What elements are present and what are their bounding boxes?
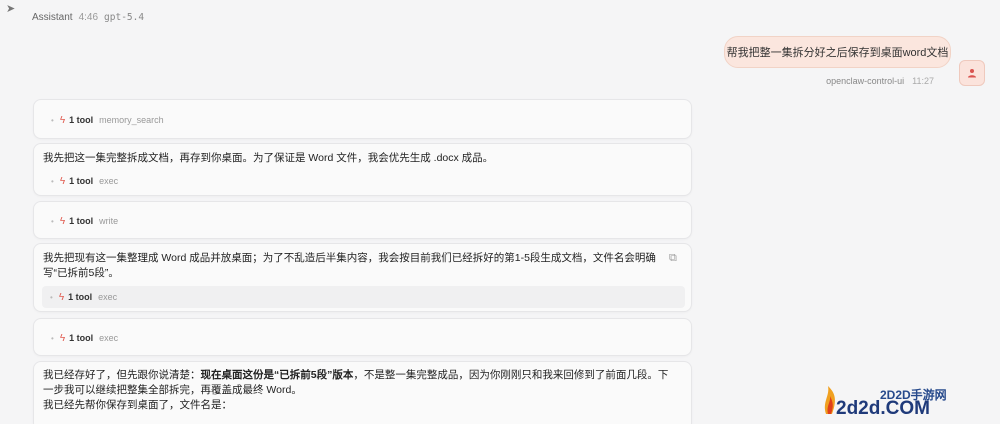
user-meta-time: 11:27 [912,76,934,86]
tool-name: exec [98,292,118,302]
message-bold-part: 现在桌面这份是“已拆前5段”版本 [200,369,354,381]
tool-count: 1 tool [69,176,94,186]
assistant-message-text: 我先把现有这一集整理成 Word 成品并放桌面；为了不乱造后半集内容，我会按目前… [43,252,656,279]
assistant-header: Assistant 4:46 gpt-5.4 [32,12,144,23]
assistant-time: 4:46 [78,12,99,23]
model-name: gpt-5.4 [104,12,145,23]
user-message-text: 帮我把整一集拆分好之后保存到桌面word文档 [726,47,949,59]
message-text-part: 我已经存好了，但先跟你说清楚： [43,369,201,381]
tool-name: exec [99,176,119,186]
assistant-name: Assistant [32,12,73,23]
tool-summary-row[interactable]: • ϟ 1 tool exec [33,289,117,305]
tool-name: memory_search [99,115,164,125]
user-meta-name: openclaw-control-ui [826,76,905,86]
tool-count: 1 tool [69,115,94,125]
tool-summary-row[interactable]: • ϟ 1 tool memory_search [34,112,164,128]
tool-summary-row[interactable]: • ϟ 1 tool write [34,213,118,229]
tool-call-card: • ϟ 1 tool exec [33,318,692,356]
assistant-message-card: 我先把这一集完整拆成文档，再存到你桌面。为了保证是 Word 文件，我会优先生成… [33,143,692,196]
chevron-right-icon: • [51,216,54,226]
tool-call-card: • ϟ 1 tool write [33,201,692,239]
tool-call-card: • ϟ 1 tool memory_search [33,99,692,139]
lightning-icon: ϟ [58,291,65,303]
lightning-icon: ϟ [59,175,66,187]
chevron-right-icon: • [51,115,54,125]
tool-summary-row[interactable]: • ϟ 1 tool exec [34,173,118,189]
user-message-meta: openclaw-control-ui 11:27 [826,76,934,86]
assistant-message-text: 我先把这一集完整拆成文档，再存到你桌面。为了保证是 Word 文件，我会优先生成… [43,152,494,164]
collapse-arrow-icon[interactable]: ➤ [6,2,15,15]
user-avatar[interactable] [959,60,985,86]
chevron-right-icon: • [51,333,54,343]
watermark-text-en: 2d2d.COM [836,398,930,419]
lightning-icon: ϟ [59,215,66,227]
tool-count: 1 tool [68,292,93,302]
tool-summary-row[interactable]: • ϟ 1 tool exec [34,330,118,346]
lightning-icon: ϟ [59,332,66,344]
chevron-right-icon: • [51,176,54,186]
assistant-message-card: ⧉ 我先把现有这一集整理成 Word 成品并放桌面；为了不乱造后半集内容，我会按… [33,243,692,312]
message-text-part: 我已经先帮你保存到桌面了，文件名是： [43,399,232,411]
assistant-message-text: 我已经存好了，但先跟你说清楚：现在桌面这份是“已拆前5段”版本，不是整一集完整成… [34,368,684,413]
tool-name: write [99,216,119,226]
tool-count: 1 tool [69,216,94,226]
tool-count: 1 tool [69,333,94,343]
lightning-icon: ϟ [59,114,66,126]
tool-name: exec [99,333,119,343]
user-icon [968,69,976,78]
tool-call-subcard: • ϟ 1 tool exec [42,286,685,308]
chevron-right-icon: • [50,292,53,302]
assistant-message-card: 我已经存好了，但先跟你说清楚：现在桌面这份是“已拆前5段”版本，不是整一集完整成… [33,361,692,424]
user-message-bubble: 帮我把整一集拆分好之后保存到桌面word文档 [724,36,951,68]
